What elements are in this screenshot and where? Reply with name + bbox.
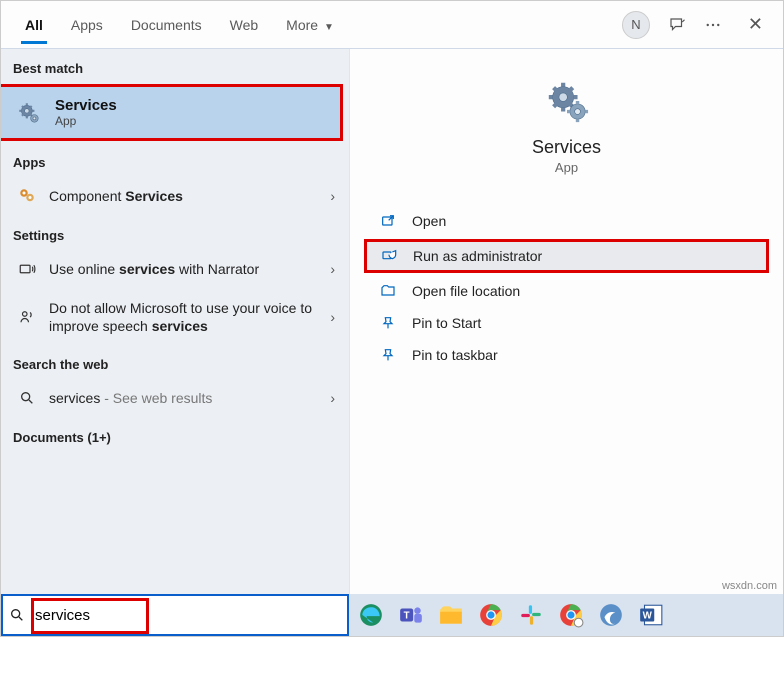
action-open[interactable]: Open [350,205,783,237]
search-box[interactable] [1,594,349,636]
taskbar-chrome-canary-icon[interactable] [555,599,587,631]
tab-web[interactable]: Web [218,7,271,43]
apps-label: Apps [1,143,349,176]
taskbar: T W [349,594,783,636]
action-label: Open file location [412,283,520,299]
speech-icon [15,307,39,327]
detail-subtitle: App [350,160,783,175]
detail-title: Services [350,137,783,158]
avatar[interactable]: N [622,11,650,39]
settings-label: Settings [1,216,349,249]
taskbar-slack-icon[interactable] [515,599,547,631]
chevron-right-icon: › [330,261,335,277]
search-icon [15,388,39,408]
result-label: services - See web results [49,390,330,406]
chevron-down-icon: ▼ [324,22,334,33]
search-input[interactable] [31,603,347,628]
feedback-icon[interactable] [668,16,686,34]
action-label: Pin to taskbar [412,347,498,363]
taskbar-app-icon[interactable] [595,599,627,631]
action-open-file-location[interactable]: Open file location [350,275,783,307]
admin-icon [379,248,399,264]
best-match-title: Services [55,97,117,114]
search-icon [3,607,31,623]
svg-text:T: T [404,610,410,621]
taskbar-word-icon[interactable]: W [635,599,667,631]
tab-apps[interactable]: Apps [59,7,115,43]
taskbar-teams-icon[interactable]: T [395,599,427,631]
chevron-right-icon: › [330,390,335,406]
result-label: Use online services with Narrator [49,261,330,277]
close-icon[interactable]: ✕ [740,10,771,39]
component-services-icon [15,186,39,206]
documents-label[interactable]: Documents (1+) [1,418,349,457]
action-label: Pin to Start [412,315,481,331]
services-gear-icon [543,77,591,125]
best-match-result[interactable]: Services App [1,84,343,141]
search-web-label: Search the web [1,345,349,378]
tab-more[interactable]: More ▼ [274,7,346,43]
taskbar-explorer-icon[interactable] [435,599,467,631]
open-icon [378,213,398,229]
chevron-right-icon: › [330,188,335,204]
filter-tabs: All Apps Documents Web More ▼ [13,7,346,43]
more-options-icon[interactable] [704,16,722,34]
services-gear-icon [15,99,43,127]
pin-icon [378,315,398,331]
result-label: Component Services [49,188,330,204]
search-header: All Apps Documents Web More ▼ N ✕ [1,1,783,49]
action-run-as-admin[interactable]: Run as administrator [364,239,769,273]
result-label: Do not allow Microsoft to use your voice… [49,299,330,335]
folder-icon [378,283,398,299]
pin-icon [378,347,398,363]
taskbar-edge-icon[interactable] [355,599,387,631]
tab-documents[interactable]: Documents [119,7,214,43]
detail-panel: Services App Open Run as administrator [349,49,783,636]
watermark: wsxdn.com [722,580,777,592]
action-pin-to-start[interactable]: Pin to Start [350,307,783,339]
result-component-services[interactable]: Component Services › [1,176,349,216]
chevron-right-icon: › [330,309,335,325]
results-panel: Best match Services App Apps Component S… [1,49,349,636]
action-label: Open [412,213,446,229]
narrator-icon [15,259,39,279]
taskbar-chrome-icon[interactable] [475,599,507,631]
result-narrator-services[interactable]: Use online services with Narrator › [1,249,349,289]
tab-all[interactable]: All [13,7,55,43]
action-label: Run as administrator [413,248,542,264]
result-web-services[interactable]: services - See web results › [1,378,349,418]
result-speech-services[interactable]: Do not allow Microsoft to use your voice… [1,289,349,345]
svg-text:W: W [643,610,653,621]
best-match-subtitle: App [55,114,117,128]
action-pin-to-taskbar[interactable]: Pin to taskbar [350,339,783,371]
best-match-label: Best match [1,49,349,82]
